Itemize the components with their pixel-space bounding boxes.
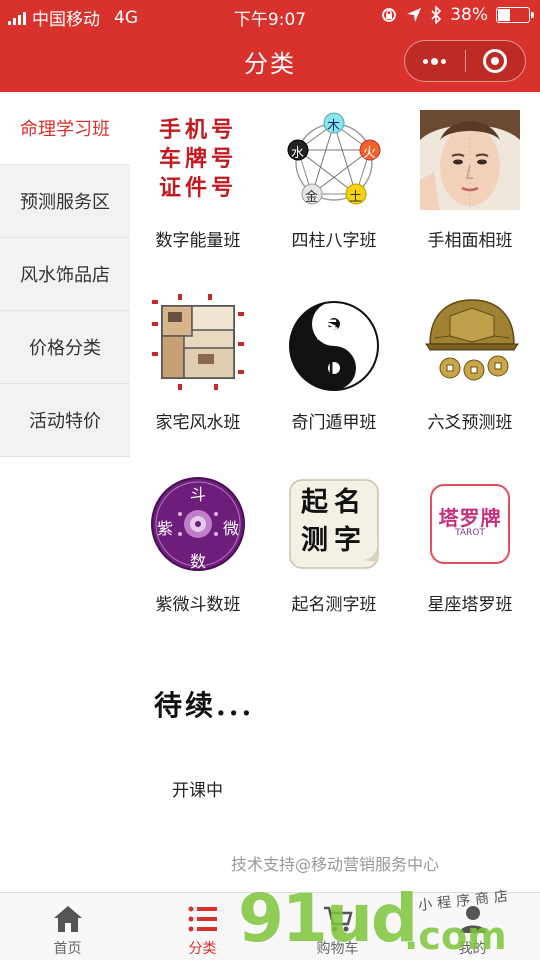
grid-item-liuyao[interactable]: 六爻预测班 [402,292,538,433]
image-text: 名 [334,487,367,518]
wood-text: 木 [327,119,341,134]
grid-item-label: 奇门遁甲班 [291,413,377,433]
tarot-subtitle: TAROT [455,528,485,538]
ziwei-disc-image: 斗 紫 微 数 [148,474,248,574]
earth-text: 土 [349,190,363,205]
more-icon [423,57,447,65]
men-text: 门 [328,353,352,382]
image-text: 车牌号 [158,146,237,172]
shu-text: 数 [190,552,207,571]
list-icon [188,906,217,932]
sidebar-item-forecast[interactable]: 预测服务区 [0,165,130,238]
to-be-continued-text: 待续... [154,689,255,722]
tab-label: 分类 [188,941,217,957]
battery-percent: 38% [450,5,488,25]
grid-item-label: 起名测字班 [291,595,377,615]
grid-item-label: 家宅风水班 [155,413,241,433]
grid-item-qimen[interactable]: 奇 门 奇门遁甲班 [266,292,402,433]
image-text: 手机号 [158,117,237,143]
image-text: 证件号 [158,175,237,201]
face-reading-image [420,110,520,210]
more-button[interactable] [405,41,465,81]
grid-item-label: 手相面相班 [427,231,513,251]
image-text: 测 [301,525,334,556]
grid-item-bazi[interactable]: 木 火 土 金 水 四柱八字班 [266,110,402,251]
tab-me[interactable]: 我的 [405,893,540,960]
sidebar-item-price[interactable]: 价格分类 [0,311,130,384]
wei-text: 微 [223,519,240,538]
five-elements-image: 木 火 土 金 水 [284,110,384,210]
tab-cart[interactable]: 购物车 [270,893,405,960]
close-target-icon [483,49,508,73]
grid-item-naming[interactable]: 起名 测字 起名测字班 [266,474,402,615]
orientation-lock-icon [382,8,397,22]
tab-label: 我的 [458,941,487,957]
grid-item-label: 四柱八字班 [291,231,377,251]
fire-text: 火 [363,146,377,161]
tab-bar: 首页 分类 购物车 我的 [0,892,540,960]
nav-bar: 分类 [0,30,540,92]
floor-plan-image [148,292,248,392]
grid-item-ziwei[interactable]: 斗 紫 微 数 紫微斗数班 [130,474,266,615]
grid-item-label: 紫微斗数班 [155,595,241,615]
close-button[interactable] [465,41,525,81]
dou-text: 斗 [190,485,207,504]
metal-text: 金 [305,190,319,205]
yin-yang-image: 奇 门 [284,292,384,392]
cart-icon [323,906,353,932]
status-bar: 中国移动 4G 下午9:07 38% [0,0,540,30]
number-energy-image: 手机号 车牌号 证件号 [148,110,248,210]
grid-item-tarot[interactable]: 塔罗牌 TAROT 星座塔罗班 [402,474,538,615]
course-open-text: 开课中 [172,781,223,801]
battery-icon [496,7,534,23]
image-text: 字 [334,525,367,556]
tab-label: 购物车 [316,941,359,957]
image-text: 起 [301,487,334,518]
tarot-title: 塔罗牌 [438,506,502,530]
qi-text: 奇 [314,315,338,344]
mini-program-capsule [404,40,526,82]
tab-home[interactable]: 首页 [0,893,135,960]
grid-item-home-fengshui[interactable]: 家宅风水班 [130,292,266,433]
tarot-image: 塔罗牌 TAROT [420,474,520,574]
zi-text: 紫 [157,519,174,538]
tab-category[interactable]: 分类 [135,893,270,960]
naming-scroll-image: 起名 测字 [284,474,384,574]
sidebar-item-study[interactable]: 命理学习班 [0,92,130,165]
turtle-shell-coins-image [420,292,520,392]
sidebar-item-fengshui-shop[interactable]: 风水饰品店 [0,238,130,311]
tab-label: 首页 [53,941,82,957]
sidebar-item-specials[interactable]: 活动特价 [0,384,130,457]
home-icon [53,906,82,932]
category-sidebar: 命理学习班 预测服务区 风水饰品店 价格分类 活动特价 [0,92,130,457]
user-icon [459,906,486,933]
tech-support-text: 技术支持@移动营销服务中心 [230,855,439,874]
grid-item-face-reading[interactable]: 手相面相班 [402,110,538,251]
location-icon [407,8,422,22]
water-text: 水 [291,146,305,161]
bluetooth-icon [431,6,442,24]
grid-item-label: 星座塔罗班 [427,595,513,615]
grid-item-number-energy[interactable]: 手机号 车牌号 证件号 数字能量班 [130,110,266,251]
grid-item-label: 六爻预测班 [427,413,513,433]
grid-item-label: 数字能量班 [155,231,241,251]
